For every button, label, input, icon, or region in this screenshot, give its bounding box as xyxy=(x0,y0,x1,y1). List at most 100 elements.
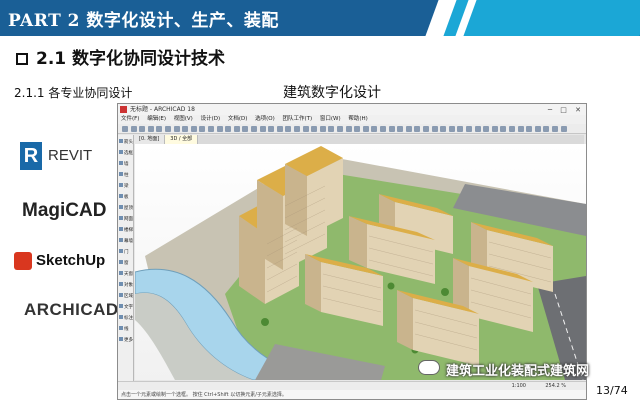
square-bullet-icon xyxy=(16,53,28,65)
palette-tool[interactable]: 板 xyxy=(119,194,133,201)
toolbar-tool-icon[interactable] xyxy=(165,126,171,132)
toolbar-tool-icon[interactable] xyxy=(466,126,472,132)
menu-item[interactable]: 编辑(E) xyxy=(147,116,166,122)
menu-item[interactable]: 设计(D) xyxy=(201,116,221,122)
palette-tool[interactable]: 幕墙 xyxy=(119,238,133,245)
toolbar-tool-icon[interactable] xyxy=(388,126,395,132)
toolbar-tool-icon[interactable] xyxy=(233,126,240,132)
palette-tool[interactable]: 对象 xyxy=(119,282,133,289)
menu-item[interactable]: 选项(O) xyxy=(255,116,275,122)
palette-tool[interactable]: 箭头 xyxy=(119,139,133,146)
toolbar-tool-icon[interactable] xyxy=(483,126,490,132)
toolbar-tool-icon[interactable] xyxy=(380,126,386,132)
palette-tool-label: 天窗 xyxy=(124,272,133,277)
toolbar-tool-icon[interactable] xyxy=(190,126,197,132)
menu-item[interactable]: 文档(D) xyxy=(228,116,248,122)
toolbar-tool-icon[interactable] xyxy=(147,126,154,132)
tool-icon xyxy=(119,282,123,286)
palette-tool[interactable]: 梁 xyxy=(119,183,133,190)
toolbar-tool-icon[interactable] xyxy=(534,126,541,132)
toolbar-tool-icon[interactable] xyxy=(156,126,163,132)
toolbar-tool-icon[interactable] xyxy=(500,126,507,132)
palette-tool[interactable]: 天窗 xyxy=(119,271,133,278)
toolbar-tool-icon[interactable] xyxy=(431,126,438,132)
palette-tool[interactable]: 线 xyxy=(119,326,133,333)
palette-tool[interactable]: 文字 xyxy=(119,304,133,311)
toolbar-tool-icon[interactable] xyxy=(130,126,137,132)
toolbar-tool-icon[interactable] xyxy=(423,126,429,132)
toolbar-tool-icon[interactable] xyxy=(268,126,275,132)
toolbar-tool-icon[interactable] xyxy=(405,126,412,132)
menu-item[interactable]: 帮助(H) xyxy=(348,116,367,122)
view-tab-bar: [0. 地面] 3D / 全部 xyxy=(134,135,584,144)
palette-tool[interactable]: 更多 xyxy=(119,337,133,344)
window-title: 无标题 - ARCHICAD 18 xyxy=(130,106,195,113)
menu-item[interactable]: 视图(V) xyxy=(174,116,193,122)
tool-icon xyxy=(119,216,123,220)
palette-tool[interactable]: 柱 xyxy=(119,172,133,179)
menu-item[interactable]: 团队工作(T) xyxy=(283,116,313,122)
palette-tool[interactable]: 网面 xyxy=(119,216,133,223)
tool-icon xyxy=(119,238,123,242)
toolbar-tool-icon[interactable] xyxy=(509,126,515,132)
tool-icon xyxy=(119,205,123,209)
palette-tool[interactable]: 墙 xyxy=(119,161,133,168)
toolbar-tool-icon[interactable] xyxy=(285,126,292,132)
menu-bar: 文件(F) 编辑(E) 视图(V) 设计(D) 文档(D) 选项(O) 团队工作… xyxy=(118,115,586,124)
toolbar-tool-icon[interactable] xyxy=(354,126,361,132)
3d-viewport[interactable] xyxy=(135,144,586,380)
site-model-render xyxy=(135,144,586,380)
palette-tool[interactable]: 区域 xyxy=(119,293,133,300)
toolbar-tool-icon[interactable] xyxy=(448,126,455,132)
toolbar-tool-icon[interactable] xyxy=(259,126,266,132)
palette-tool[interactable]: 选框 xyxy=(119,150,133,157)
toolbar-tool-icon[interactable] xyxy=(474,126,481,132)
toolbar-tool-icon[interactable] xyxy=(362,126,369,132)
palette-tool[interactable]: 窗 xyxy=(119,260,133,267)
toolbar-tool-icon[interactable] xyxy=(414,126,421,132)
palette-tool-label: 梁 xyxy=(124,184,129,189)
toolbar-tool-icon[interactable] xyxy=(552,126,558,132)
toolbar-tool-icon[interactable] xyxy=(225,126,232,132)
palette-tool[interactable]: 标注 xyxy=(119,315,133,322)
toolbar-tool-icon[interactable] xyxy=(199,126,206,132)
toolbar-tool-icon[interactable] xyxy=(319,126,326,132)
toolbar-tool-icon[interactable] xyxy=(251,126,257,132)
toolbar-tool-icon[interactable] xyxy=(302,126,309,132)
palette-tool[interactable]: 门 xyxy=(119,249,133,256)
toolbar-tool-icon[interactable] xyxy=(242,126,249,132)
toolbar-tool-icon[interactable] xyxy=(328,126,335,132)
toolbar-tool-icon[interactable] xyxy=(457,126,464,132)
tool-icon xyxy=(119,150,123,154)
toolbar-tool-icon[interactable] xyxy=(517,126,524,132)
toolbar-tool-icon[interactable] xyxy=(208,126,214,132)
tab-3d-view[interactable]: 3D / 全部 xyxy=(165,135,199,144)
magicad-logo: MagiCAD xyxy=(22,200,107,221)
toolbar-tool-icon[interactable] xyxy=(276,126,283,132)
toolbar-tool-icon[interactable] xyxy=(173,126,180,132)
toolbar-tool-icon[interactable] xyxy=(345,126,352,132)
menu-item[interactable]: 窗口(W) xyxy=(320,116,341,122)
sketchup-mark-icon xyxy=(14,252,32,271)
menu-item[interactable]: 文件(F) xyxy=(121,116,139,122)
toolbar-tool-icon[interactable] xyxy=(526,126,533,132)
toolbar-tool-icon[interactable] xyxy=(122,126,128,132)
toolbar-tool-icon[interactable] xyxy=(294,126,300,132)
toolbar-tool-icon[interactable] xyxy=(440,126,447,132)
toolbar-tool-icon[interactable] xyxy=(139,126,146,132)
palette-tool[interactable]: 楼梯 xyxy=(119,227,133,234)
toolbar-tool-icon[interactable] xyxy=(543,126,550,132)
toolbar-tool-icon[interactable] xyxy=(216,126,223,132)
toolbar-tool-icon[interactable] xyxy=(491,126,498,132)
toolbar-tool-icon[interactable] xyxy=(371,126,378,132)
toolbar-tool-icon[interactable] xyxy=(560,126,567,132)
slide-title: PART 2 数字化设计、生产、装配 xyxy=(8,6,279,31)
tool-icon xyxy=(119,271,123,275)
toolbar-tool-icon[interactable] xyxy=(182,126,189,132)
palette-tool[interactable]: 屋顶 xyxy=(119,205,133,212)
toolbar-tool-icon[interactable] xyxy=(337,126,343,132)
toolbar-tool-icon[interactable] xyxy=(397,126,404,132)
subsection-title: 2.1.1 各专业协同设计 xyxy=(14,86,133,100)
toolbar-tool-icon[interactable] xyxy=(311,126,318,132)
tab-floor-plan[interactable]: [0. 地面] xyxy=(134,135,166,144)
